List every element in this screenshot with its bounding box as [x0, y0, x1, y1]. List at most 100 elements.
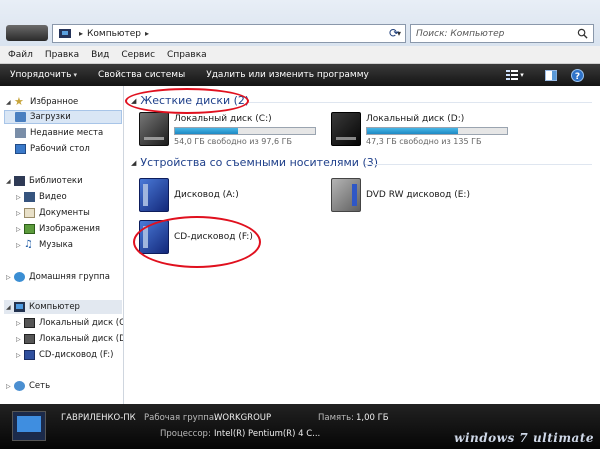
svg-text:?: ? — [574, 72, 579, 82]
collapse-arrow-icon[interactable]: ▷ — [16, 242, 24, 249]
sidebar-item-disk-c[interactable]: ▷ Локальный диск (C — [16, 316, 123, 330]
recent-places-icon — [15, 128, 26, 138]
drive-free-space: 54,0 ГБ свободно из 97,6 ГБ — [174, 137, 293, 146]
drive-d[interactable]: Локальный диск (D:) 47,3 ГБ свободно из … — [331, 112, 508, 146]
navigation-pane: ◢ ★ Избранное Загрузки Недавние места Ра… — [0, 86, 124, 404]
computer-name: ГАВРИЛЕНКО-ПК — [61, 413, 136, 423]
desktop-icon — [15, 144, 26, 154]
view-options-button[interactable]: ▾ — [504, 67, 526, 83]
documents-library-icon — [24, 208, 35, 218]
libraries-icon — [14, 176, 25, 186]
sidebar-item-downloads[interactable]: Загрузки — [4, 110, 122, 124]
floppy-drive-icon — [139, 178, 169, 212]
hard-disk-icon — [24, 334, 35, 344]
sidebar-network[interactable]: ▷ Сеть — [6, 379, 50, 393]
group-divider — [247, 102, 592, 103]
sidebar-favorites[interactable]: ◢ ★ Избранное — [6, 95, 78, 109]
breadcrumb-computer[interactable]: Компьютер — [87, 29, 141, 39]
system-properties-button[interactable]: Свойства системы — [98, 70, 185, 80]
workgroup-value: WORKGROUP — [214, 413, 272, 423]
drive-name: DVD RW дисковод (E:) — [366, 190, 470, 200]
drive-e[interactable]: DVD RW дисковод (E:) — [331, 178, 470, 212]
star-icon: ★ — [14, 95, 24, 108]
collapse-arrow-icon[interactable]: ▷ — [6, 274, 14, 281]
sidebar-libraries[interactable]: ◢ Библиотеки — [6, 174, 83, 188]
disk-usage-fill — [367, 128, 458, 134]
sidebar-item-pictures[interactable]: ▷ Изображения — [16, 222, 100, 236]
details-pane: ГАВРИЛЕНКО-ПК Рабочая группа: WORKGROUP … — [0, 404, 600, 449]
help-icon: ? — [570, 68, 584, 82]
group-removable-header[interactable]: ◢ Устройства со съемными носителями (3) — [131, 156, 378, 169]
collapse-arrow-icon[interactable]: ▷ — [16, 210, 24, 217]
dvd-drive-icon — [331, 178, 361, 212]
menu-edit[interactable]: Правка — [45, 50, 79, 60]
chevron-down-icon: ▾ — [73, 71, 77, 79]
cpu-label: Процессор: — [160, 429, 211, 439]
drive-name: Локальный диск (C:) — [174, 114, 272, 124]
hard-disk-icon — [139, 112, 169, 146]
disk-usage-bar — [174, 127, 316, 135]
menu-bar: Файл Правка Вид Сервис Справка — [0, 46, 600, 64]
disk-usage-bar — [366, 127, 508, 135]
hard-disk-icon — [24, 318, 35, 328]
drive-name: Локальный диск (D:) — [366, 114, 465, 124]
collapse-group-icon[interactable]: ◢ — [131, 159, 136, 167]
collapse-arrow-icon[interactable]: ▷ — [16, 194, 24, 201]
collapse-arrow-icon[interactable]: ▷ — [16, 320, 24, 327]
drive-c[interactable]: Локальный диск (C:) 54,0 ГБ свободно из … — [139, 112, 316, 146]
cd-drive-icon — [24, 350, 35, 360]
expand-arrow-icon[interactable]: ◢ — [6, 178, 14, 185]
group-divider — [365, 164, 592, 165]
search-placeholder: Поиск: Компьютер — [416, 28, 505, 39]
collapse-arrow-icon[interactable]: ▷ — [6, 383, 14, 390]
uninstall-program-button[interactable]: Удалить или изменить программу — [206, 70, 369, 80]
view-icon — [506, 70, 519, 80]
expand-arrow-icon[interactable]: ◢ — [6, 304, 14, 311]
sidebar-computer[interactable]: ◢ Компьютер — [4, 300, 122, 314]
collapse-arrow-icon[interactable]: ▷ — [16, 226, 24, 233]
sidebar-item-cd-drive[interactable]: ▷ CD-дисковод (F:) — [16, 348, 113, 362]
help-button[interactable]: ? — [569, 67, 585, 83]
sidebar-item-documents[interactable]: ▷ Документы — [16, 206, 90, 220]
breadcrumb-chevron-icon[interactable]: ▸ — [79, 29, 83, 38]
sidebar-item-recent-places[interactable]: Недавние места — [15, 126, 103, 140]
windows-7-watermark: windows 7 ultimate — [454, 431, 594, 445]
network-icon — [14, 381, 25, 391]
collapse-arrow-icon[interactable]: ▷ — [16, 352, 24, 359]
preview-pane-button[interactable] — [543, 67, 559, 83]
drive-a[interactable]: Дисковод (A:) — [139, 178, 239, 212]
memory-label: Память: — [318, 413, 354, 423]
downloads-folder-icon — [15, 112, 26, 122]
sidebar-item-video[interactable]: ▷ Видео — [16, 190, 67, 204]
menu-view[interactable]: Вид — [91, 50, 109, 60]
refresh-icon[interactable]: ⟳ — [389, 26, 405, 42]
back-forward-buttons[interactable] — [6, 25, 48, 41]
memory-value: 1,00 ГБ — [356, 413, 389, 423]
chevron-down-icon: ▾ — [520, 71, 524, 79]
breadcrumb-chevron-icon[interactable]: ▸ — [145, 29, 149, 38]
hard-disk-icon — [331, 112, 361, 146]
menu-file[interactable]: Файл — [8, 50, 33, 60]
annotation-circle — [125, 88, 249, 114]
sidebar-item-music[interactable]: ▷ ♫ Музыка — [16, 238, 73, 252]
organize-button[interactable]: Упорядочить ▾ — [10, 70, 77, 80]
sidebar-item-desktop[interactable]: Рабочий стол — [15, 142, 90, 156]
pictures-library-icon — [24, 224, 35, 234]
command-bar: Упорядочить ▾ Свойства системы Удалить ил… — [0, 64, 600, 86]
computer-icon — [12, 411, 46, 441]
collapse-arrow-icon[interactable]: ▷ — [16, 336, 24, 343]
expand-arrow-icon[interactable]: ◢ — [6, 99, 14, 106]
search-input[interactable]: Поиск: Компьютер — [410, 24, 594, 43]
sidebar-homegroup[interactable]: ▷ Домашняя группа — [6, 270, 110, 284]
window-titlebar: ▸ Компьютер ▸ ▾ ⟳ Поиск: Компьютер — [0, 0, 600, 46]
video-library-icon — [24, 192, 35, 202]
address-bar[interactable]: ▸ Компьютер ▸ ▾ — [52, 24, 406, 43]
disk-usage-fill — [175, 128, 238, 134]
menu-tools[interactable]: Сервис — [121, 50, 155, 60]
search-icon[interactable] — [577, 28, 588, 39]
computer-icon — [59, 29, 71, 38]
sidebar-item-disk-d[interactable]: ▷ Локальный диск (D — [16, 332, 123, 346]
computer-icon — [14, 302, 25, 312]
preview-pane-icon — [545, 69, 557, 81]
menu-help[interactable]: Справка — [167, 50, 207, 60]
